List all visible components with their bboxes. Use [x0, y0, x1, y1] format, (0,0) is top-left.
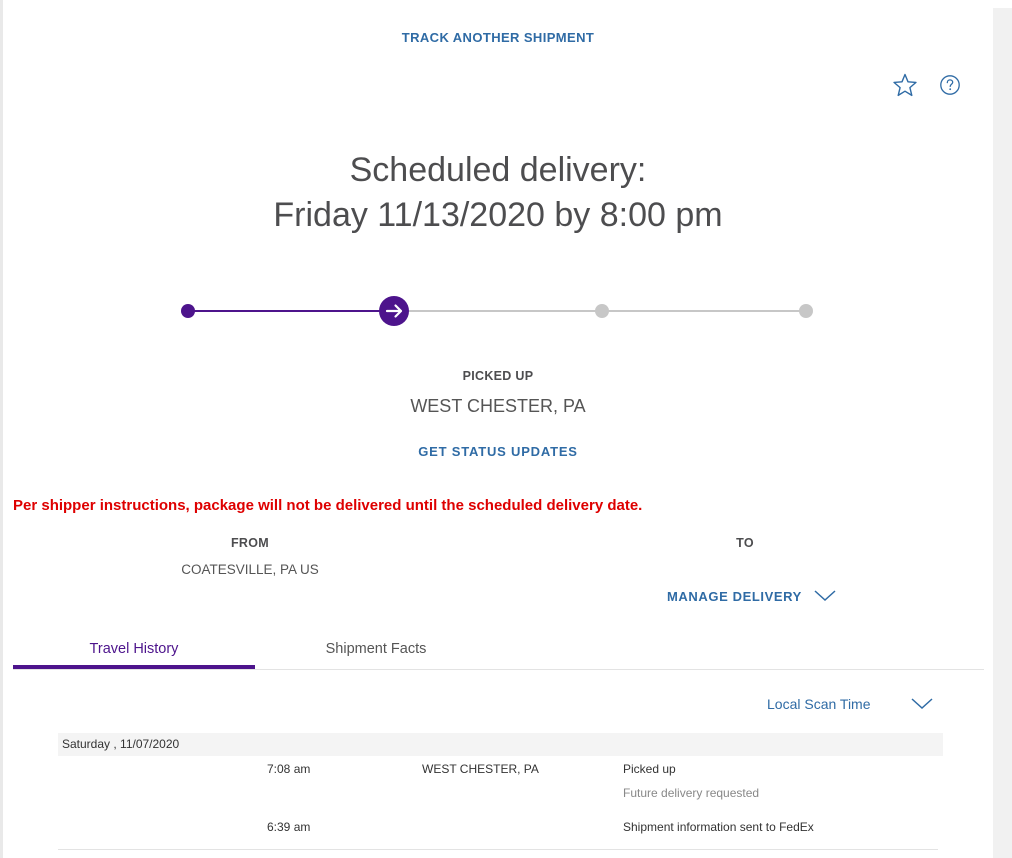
event-status: Picked up — [623, 762, 676, 776]
event-status: Shipment information sent to FedEx — [623, 820, 814, 834]
event-location: WEST CHESTER, PA — [422, 762, 539, 776]
tracking-panel: TRACK ANOTHER SHIPMENT Scheduled deliver… — [3, 0, 993, 858]
progress-step-3 — [595, 304, 609, 318]
shipment-progress-bar — [173, 290, 823, 332]
status-location: WEST CHESTER, PA — [410, 396, 586, 416]
help-icon[interactable] — [937, 72, 963, 98]
scrollbar-track[interactable] — [993, 8, 1012, 858]
manage-delivery-label: MANAGE DELIVERY — [667, 588, 802, 604]
star-icon[interactable] — [892, 72, 918, 98]
progress-step-4 — [799, 304, 813, 318]
event-time: 7:08 am — [267, 762, 311, 776]
status-label: PICKED UP — [462, 369, 534, 383]
history-divider — [58, 849, 938, 850]
progress-step-origin — [181, 304, 195, 318]
get-status-updates-link[interactable]: GET STATUS UPDATES — [3, 444, 993, 459]
to-label: TO — [736, 536, 754, 550]
track-another-shipment-link[interactable]: TRACK ANOTHER SHIPMENT — [3, 30, 993, 45]
tab-shipment-facts[interactable]: Shipment Facts — [255, 641, 497, 657]
chevron-down-icon — [911, 698, 933, 710]
scan-time-selected: Local Scan Time — [767, 696, 871, 712]
chevron-down-icon — [814, 590, 836, 602]
history-date-header: Saturday , 11/07/2020 — [58, 733, 943, 756]
delivery-warning-message: Per shipper instructions, package will n… — [13, 497, 643, 514]
scheduled-delivery-date: Friday 11/13/2020 by 8:00 pm — [273, 196, 723, 234]
event-detail: Future delivery requested — [623, 786, 760, 800]
scan-time-select[interactable]: Local Scan Time — [767, 693, 933, 715]
from-label: FROM — [231, 536, 269, 550]
from-location: COATESVILLE, PA US — [181, 562, 319, 577]
scheduled-delivery-heading: Scheduled delivery: — [349, 151, 647, 189]
tab-travel-history[interactable]: Travel History — [13, 641, 255, 657]
manage-delivery-dropdown[interactable]: MANAGE DELIVERY — [667, 586, 836, 606]
event-time: 6:39 am — [267, 820, 311, 834]
tab-divider — [13, 669, 984, 670]
